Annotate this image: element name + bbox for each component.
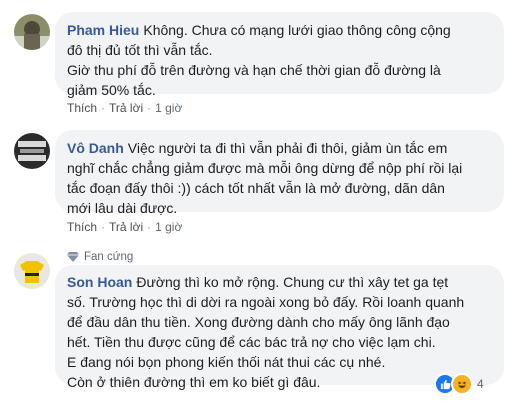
avatar-photo-icon	[14, 133, 50, 169]
avatar[interactable]	[14, 133, 50, 169]
fan-badge: Fan cứng	[67, 250, 133, 264]
like-button[interactable]: Thích	[67, 101, 97, 115]
badge-label: Fan cứng	[84, 251, 134, 263]
comment-bubble: Son Hoan Đường thì ko mở rộng. Chung cư t…	[55, 265, 504, 390]
comment-actions: Thích · Trả lời · 1 giờ	[67, 219, 182, 235]
haha-reaction-icon	[451, 373, 473, 395]
reaction-summary[interactable]: 4	[434, 373, 484, 395]
reply-button[interactable]: Trả lời	[109, 220, 143, 234]
author-name[interactable]: Son Hoan	[67, 274, 132, 290]
timestamp[interactable]: 1 giờ	[155, 220, 182, 234]
avatar[interactable]	[14, 14, 50, 50]
comment-bubble: Pham Hieu Không. Chưa có mạng lưới giao t…	[55, 12, 504, 98]
reaction-count: 4	[477, 377, 484, 391]
diamond-icon	[67, 252, 79, 262]
separator-dot: ·	[147, 220, 152, 234]
reply-button[interactable]: Trả lời	[109, 101, 143, 115]
separator-dot: ·	[101, 220, 106, 234]
comment-bubble: Vô Danh Việc người ta đi thì vẫn phải đi …	[55, 130, 504, 216]
comment-text: Đường thì ko mở rộng. Chung cư thì xây t…	[67, 274, 465, 390]
timestamp[interactable]: 1 giờ	[155, 101, 182, 115]
author-name[interactable]: Pham Hieu	[67, 22, 139, 38]
avatar-photo-icon	[14, 14, 50, 50]
separator-dot: ·	[101, 101, 106, 115]
like-button[interactable]: Thích	[67, 220, 97, 234]
avatar-photo-icon	[14, 253, 50, 289]
separator-dot: ·	[147, 101, 152, 115]
comment-text: Việc người ta đi thì vẫn phải đi thôi, g…	[67, 140, 463, 216]
author-name[interactable]: Vô Danh	[67, 140, 124, 156]
avatar[interactable]	[14, 253, 50, 289]
comment-actions: Thích · Trả lời · 1 giờ	[67, 100, 182, 116]
